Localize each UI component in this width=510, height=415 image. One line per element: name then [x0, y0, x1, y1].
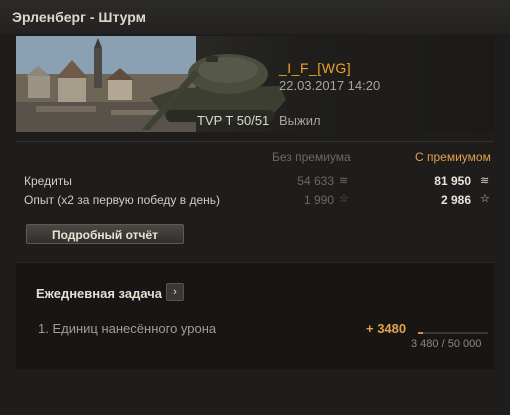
- survival-status: Выжил: [279, 113, 321, 128]
- battle-datetime: 22.03.2017 14:20: [279, 78, 381, 93]
- daily-task-title: Ежедневная задача: [36, 286, 163, 301]
- daily-task-item: 1. Единиц нанесённого урона: [38, 321, 217, 336]
- experience-star-icon: ☆: [480, 193, 490, 205]
- experience-label: Опыт (x2 за первую победу в день): [24, 193, 221, 207]
- experience-free-value: 1 990: [303, 193, 334, 207]
- tank-name: TVP T 50/51: [197, 113, 270, 128]
- window-title: Эрленберг - Штурм: [12, 9, 146, 25]
- credits-label: Кредиты: [24, 174, 72, 188]
- experience-premium-value: 2 986: [440, 193, 471, 207]
- daily-task-progress-fill: [418, 332, 423, 334]
- daily-task-progress-text: 3 480 / 50 000: [411, 338, 482, 350]
- daily-task-panel: Ежедневная задача › 1. Единиц нанесённог…: [16, 262, 494, 369]
- credits-premium-value: 81 950: [434, 174, 471, 188]
- divider: [16, 141, 494, 142]
- column-header-free: Без премиума: [272, 150, 351, 164]
- window-titlebar: Эрленберг - Штурм: [0, 0, 510, 35]
- credits-icon: ≋: [480, 175, 490, 187]
- daily-task-progress-bar: [418, 332, 488, 334]
- chevron-right-icon[interactable]: ›: [166, 283, 184, 301]
- detailed-report-button[interactable]: Подробный отчёт: [26, 224, 184, 244]
- column-header-premium: С премиумом: [415, 150, 491, 164]
- battle-hero-banner: TVP T 50/51 _I_F_[WG] 22.03.2017 14:20 В…: [16, 36, 494, 132]
- experience-star-icon: ☆: [339, 193, 349, 205]
- daily-task-reward: + 3480: [366, 321, 407, 336]
- credits-icon: ≋: [339, 175, 349, 187]
- credits-free-value: 54 633: [297, 174, 334, 188]
- player-nickname: _I_F_[WG]: [279, 60, 352, 76]
